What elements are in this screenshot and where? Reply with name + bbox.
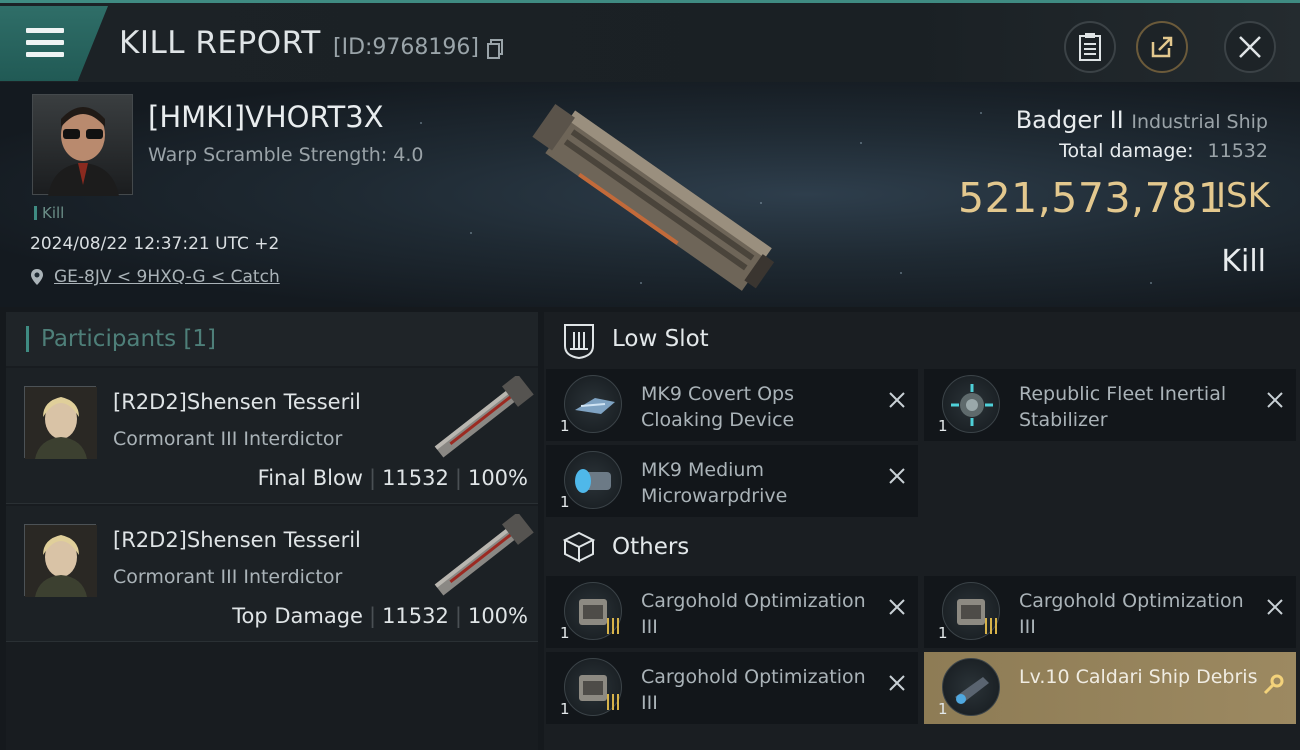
clipboard-button[interactable] [1064, 21, 1116, 73]
section-others: Others [612, 534, 690, 560]
participant-role: Top Damage [232, 604, 363, 628]
menu-icon-line [26, 52, 64, 57]
participant-card[interactable]: [R2D2]Shensen Tesseril Cormorant III Int… [6, 506, 538, 642]
participants-title: Participants [1] [41, 326, 216, 352]
participant-card[interactable]: [R2D2]Shensen Tesseril Cormorant III Int… [6, 368, 538, 504]
item-quantity: 1 [938, 417, 948, 435]
item-name: MK9 Covert Ops Cloaking Device [641, 383, 795, 431]
item-name: Cargohold Optimization III [641, 590, 866, 638]
participant-percent: 100% [467, 466, 528, 490]
pilot-portrait[interactable] [32, 94, 133, 196]
report-id: [ID:9768196] [333, 35, 479, 60]
participant-avatar [25, 387, 97, 459]
participant-ship-image [434, 514, 534, 596]
location-pin-icon [31, 269, 43, 285]
section-low-slot: Low Slot [612, 326, 709, 352]
item-slot[interactable]: 1 Republic Fleet Inertial Stabilizer [924, 369, 1296, 441]
others-icon [562, 531, 596, 563]
destroyed-icon [1267, 392, 1283, 408]
destroyed-icon [889, 675, 905, 691]
ship-name-text: Badger II [1015, 106, 1124, 134]
ship-class: Industrial Ship [1131, 111, 1268, 133]
tech-three-indicator [606, 618, 620, 638]
isk-value: 521,573,781 [958, 174, 1225, 222]
ship-name[interactable]: Badger II Industrial Ship [1016, 106, 1268, 134]
share-button[interactable] [1136, 21, 1188, 73]
page-title: KILL REPORT [119, 25, 321, 61]
tech-three-indicator [984, 618, 998, 638]
tech-three-indicator [606, 694, 620, 714]
participant-ship: Cormorant III Interdictor [113, 566, 343, 588]
participant-portrait [24, 386, 97, 459]
menu-icon-line [26, 40, 64, 45]
ship-debris-icon [942, 658, 1000, 716]
fitting-panel: Low Slot 1 MK9 Covert Ops Cloaking Devic… [544, 312, 1300, 750]
item-slot[interactable]: 1 Cargohold Optimization III [546, 652, 918, 724]
participant-percent: 100% [467, 604, 528, 628]
participant-portrait [24, 524, 97, 597]
destroyed-icon [1267, 599, 1283, 615]
destroyed-icon [889, 599, 905, 615]
item-name: Cargohold Optimization III [1019, 590, 1244, 638]
location-link[interactable]: GE-8JV < 9HXQ-G < Catch [54, 267, 280, 287]
total-damage-label: Total damage: [1059, 140, 1194, 162]
top-bar: KILL REPORT [ID:9768196] [0, 0, 1300, 82]
ship-render [532, 104, 775, 291]
result-label: Kill [1221, 244, 1266, 279]
kill-datetime: 2024/08/22 12:37:21 UTC +2 [30, 234, 280, 254]
header-accent [26, 326, 29, 352]
destroyed-icon [889, 392, 905, 408]
warp-scramble-strength: Warp Scramble Strength: 4.0 [148, 144, 424, 166]
item-quantity: 1 [938, 624, 948, 642]
item-slot[interactable]: 1 Cargohold Optimization III [546, 576, 918, 648]
item-name: Cargohold Optimization III [641, 666, 866, 714]
item-quantity: 1 [560, 700, 570, 718]
destroyed-icon [889, 468, 905, 484]
low-slot-icon [564, 324, 594, 360]
participants-header: Participants [1] [6, 312, 538, 366]
item-quantity: 1 [560, 417, 570, 435]
victim-panel: [HMKI]VHORT3X Warp Scramble Strength: 4.… [0, 82, 1300, 307]
menu-icon [26, 28, 64, 33]
item-quantity: 1 [938, 700, 948, 718]
isk-unit: ISK [1216, 176, 1270, 216]
pilot-avatar [48, 107, 119, 196]
kill-tag: Kill [34, 206, 64, 221]
microwarpdrive-icon [564, 451, 622, 509]
participant-stats: Top Damage | 11532 | 100% [232, 604, 528, 628]
item-slot[interactable]: 1 Cargohold Optimization III [924, 576, 1296, 648]
share-icon [1151, 36, 1173, 58]
participant-name[interactable]: [R2D2]Shensen Tesseril [113, 390, 361, 414]
item-quantity: 1 [560, 493, 570, 511]
clipboard-icon [1079, 33, 1101, 61]
item-name: Republic Fleet Inertial Stabilizer [1019, 383, 1227, 431]
participants-panel: Participants [1] [R2D2]Shensen Tesseril … [6, 312, 538, 750]
total-damage-value: 11532 [1207, 140, 1268, 162]
item-name: MK9 Medium Microwarpdrive [641, 459, 788, 507]
item-slot[interactable]: 1 MK9 Covert Ops Cloaking Device [546, 369, 918, 441]
inertial-stabilizer-icon [942, 375, 1000, 433]
participant-ship: Cormorant III Interdictor [113, 428, 343, 450]
item-slot[interactable]: 1 MK9 Medium Microwarpdrive [546, 445, 918, 517]
copy-icon[interactable] [487, 39, 503, 59]
participant-damage: 11532 [382, 604, 449, 628]
item-quantity: 1 [560, 624, 570, 642]
participant-role: Final Blow [257, 466, 363, 490]
menu-button[interactable] [0, 6, 108, 81]
participant-avatar [25, 525, 97, 597]
participant-ship-image [434, 376, 534, 458]
item-slot-dropped[interactable]: 1 Lv.10 Caldari Ship Debris [924, 652, 1296, 724]
cloaking-device-icon [564, 375, 622, 433]
participant-stats: Final Blow | 11532 | 100% [257, 466, 528, 490]
total-damage: Total damage: 11532 [1059, 140, 1268, 162]
close-icon [1239, 36, 1261, 58]
participant-damage: 11532 [382, 466, 449, 490]
participant-name[interactable]: [R2D2]Shensen Tesseril [113, 528, 361, 552]
pilot-name[interactable]: [HMKI]VHORT3X [148, 100, 384, 134]
item-name: Lv.10 Caldari Ship Debris [1019, 666, 1258, 688]
close-button[interactable] [1224, 21, 1276, 73]
wrench-icon [1263, 674, 1284, 695]
